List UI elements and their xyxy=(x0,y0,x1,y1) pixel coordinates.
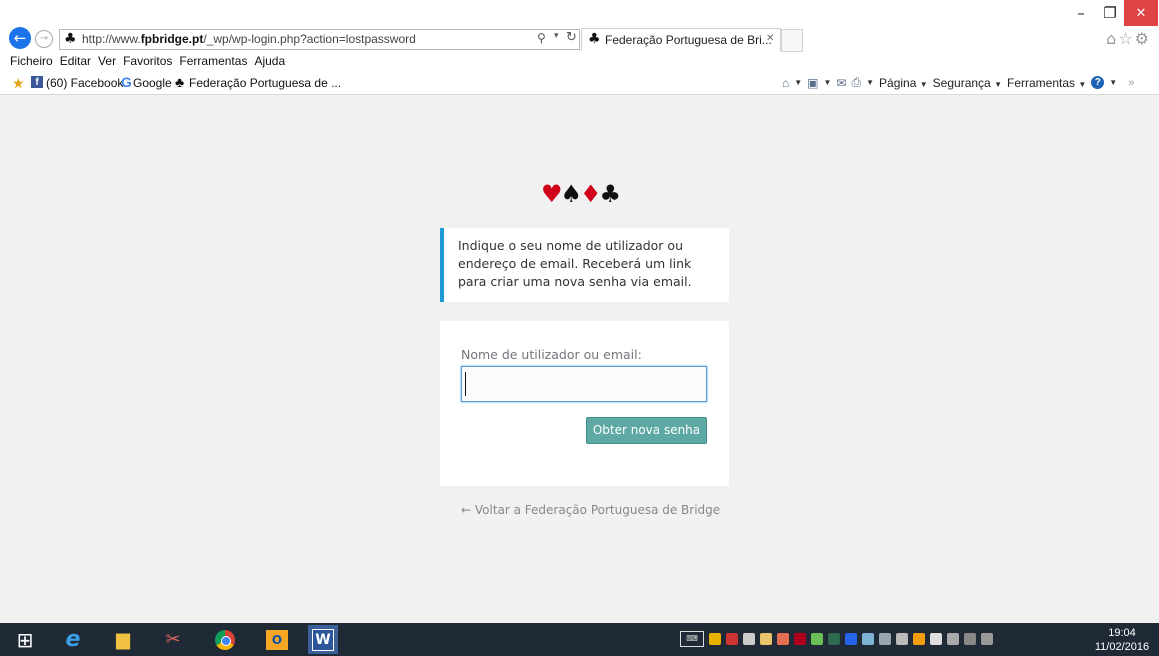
favorite-google[interactable]: Google xyxy=(133,76,172,90)
close-icon[interactable]: ✕ xyxy=(1124,0,1158,26)
bluetooth-icon[interactable] xyxy=(845,633,857,645)
forward-arrow-icon[interactable]: → xyxy=(35,30,53,48)
mail-icon[interactable]: ✉ xyxy=(836,76,846,90)
dropdown-arrow-icon[interactable]: ▼ xyxy=(866,78,874,87)
help-icon[interactable]: ? xyxy=(1091,76,1105,89)
taskbar: ⊞ e ▆ ✂ O W ⌨ 19:04 11/02/2016 xyxy=(0,623,1159,656)
favorite-facebook[interactable]: (60) Facebook xyxy=(46,76,123,90)
chrome-icon[interactable] xyxy=(212,627,238,652)
snipping-tool-icon[interactable]: ✂ xyxy=(160,627,186,652)
refresh-icon[interactable]: ↻ xyxy=(566,30,577,45)
app-tray-icon[interactable] xyxy=(811,633,823,645)
back-to-site-link[interactable]: ← Voltar a Federação Portuguesa de Bridg… xyxy=(461,503,720,517)
usb-icon[interactable] xyxy=(896,633,908,645)
cloud-icon[interactable] xyxy=(743,633,755,645)
power-icon[interactable] xyxy=(947,633,959,645)
menu-ficheiro[interactable]: Ficheiro xyxy=(10,54,53,70)
bridge-suits-logo[interactable]: ♥♠♦♣ xyxy=(541,179,621,209)
restore-icon[interactable]: ❐ xyxy=(1096,0,1124,26)
club-icon[interactable]: ♣ xyxy=(175,74,184,90)
word-icon[interactable]: W xyxy=(308,625,338,654)
text-caret xyxy=(465,372,466,396)
outlook-tray-icon[interactable] xyxy=(913,633,925,645)
menu-ferramentas[interactable]: Ferramentas xyxy=(179,54,247,70)
heart-suit-icon: ♥ xyxy=(541,180,562,208)
windows-start-icon[interactable]: ⊞ xyxy=(12,627,38,652)
favorites-bar: ★ f (60) Facebook G Google ♣ Federação P… xyxy=(0,72,1159,95)
internet-explorer-icon[interactable]: e xyxy=(60,627,86,652)
add-favorite-star-icon[interactable]: ★ xyxy=(12,75,25,92)
file-explorer-icon[interactable]: ▆ xyxy=(110,627,136,652)
clock[interactable]: 19:04 11/02/2016 xyxy=(1088,626,1156,654)
spade-suit-icon: ♠ xyxy=(560,180,582,208)
tab-title: Federação Portuguesa de Bri... xyxy=(605,33,772,47)
clock-time: 19:04 xyxy=(1108,627,1136,639)
shield-icon[interactable] xyxy=(709,633,721,645)
system-tray: ⌨ xyxy=(680,631,993,647)
rss-feed-icon[interactable]: ▣ xyxy=(807,76,818,90)
dropdown-arrow-icon[interactable]: ▼ xyxy=(824,78,832,87)
home-icon[interactable]: ⌂ xyxy=(1106,29,1118,48)
get-new-password-button[interactable]: Obter nova senha xyxy=(586,417,707,444)
username-email-input[interactable] xyxy=(461,366,707,402)
tools-menu[interactable]: Ferramentas ▼ xyxy=(1007,76,1086,90)
username-label: Nome de utilizador ou email: xyxy=(461,347,642,362)
volume-icon[interactable] xyxy=(981,633,993,645)
network-disconnected-icon[interactable] xyxy=(726,633,738,645)
tab-club-icon: ♣ xyxy=(588,31,601,47)
minimize-icon[interactable]: – xyxy=(1067,0,1095,26)
new-tab-button[interactable] xyxy=(781,29,803,52)
browser-chrome: – ❐ ✕ ← → ♣ http://www.fpbridge.pt/_wp/w… xyxy=(0,0,1159,95)
page-menu[interactable]: Página ▼ xyxy=(879,76,928,90)
clock-date: 11/02/2016 xyxy=(1094,641,1150,653)
outlook-icon[interactable]: O xyxy=(264,627,290,652)
mail-icon[interactable] xyxy=(760,633,772,645)
dropdown-arrow-icon[interactable]: ▾ xyxy=(554,31,559,41)
app-tray-icon[interactable] xyxy=(828,633,840,645)
app-tray-icon[interactable] xyxy=(862,633,874,645)
home-icon[interactable]: ⌂ xyxy=(782,76,789,90)
menu-favoritos[interactable]: Favoritos xyxy=(123,54,172,70)
menu-bar: Ficheiro Editar Ver Favoritos Ferramenta… xyxy=(10,54,285,70)
settings-gear-icon[interactable]: ⚙ xyxy=(1135,29,1151,48)
command-bar: ⌂ ▼ ▣ ▼ ✉ ⎙ ▼ Página ▼ Segurança ▼ Ferramen… xyxy=(782,75,1134,90)
facebook-icon[interactable]: f xyxy=(31,76,43,88)
lost-password-form: Nome de utilizador ou email: Obter nova … xyxy=(440,321,729,486)
browser-tools: ⌂☆⚙ xyxy=(1106,29,1151,48)
page-content: ♥♠♦♣ Indique o seu nome de utilizador ou… xyxy=(0,95,1159,623)
tab-close-icon[interactable]: ✕ xyxy=(766,33,774,44)
menu-ver[interactable]: Ver xyxy=(98,54,116,70)
dropdown-arrow-icon[interactable]: ▼ xyxy=(1109,78,1117,87)
more-chevron-icon[interactable]: » xyxy=(1128,77,1134,89)
navigation-bar: ← → ♣ http://www.fpbridge.pt/_wp/wp-logi… xyxy=(0,26,1159,52)
acrobat-icon[interactable] xyxy=(794,633,806,645)
app-tray-icon[interactable] xyxy=(777,633,789,645)
search-icon[interactable]: ⚲ xyxy=(537,31,546,45)
back-arrow-icon[interactable]: ← xyxy=(9,27,31,49)
security-menu[interactable]: Segurança ▼ xyxy=(933,76,1002,90)
lost-password-message: Indique o seu nome de utilizador ou ende… xyxy=(440,228,729,302)
address-url[interactable]: http://www.fpbridge.pt/_wp/wp-login.php?… xyxy=(82,32,416,46)
touch-keyboard-icon[interactable]: ⌨ xyxy=(680,631,704,647)
tab-fpbridge[interactable]: ♣ Federação Portuguesa de Bri... ✕ xyxy=(581,28,781,51)
app-tray-icon[interactable] xyxy=(879,633,891,645)
google-icon[interactable]: G xyxy=(121,74,132,90)
club-suit-icon: ♣ xyxy=(599,180,621,208)
menu-ajuda[interactable]: Ajuda xyxy=(254,54,285,70)
favorites-star-icon[interactable]: ☆ xyxy=(1118,29,1134,48)
menu-editar[interactable]: Editar xyxy=(60,54,91,70)
site-favicon-club-icon: ♣ xyxy=(64,31,77,47)
wifi-signal-icon[interactable] xyxy=(964,633,976,645)
print-icon[interactable]: ⎙ xyxy=(852,75,862,90)
dropdown-arrow-icon[interactable]: ▼ xyxy=(794,78,802,87)
flag-icon[interactable] xyxy=(930,633,942,645)
address-bar[interactable]: ♣ http://www.fpbridge.pt/_wp/wp-login.ph… xyxy=(59,29,580,50)
diamond-suit-icon: ♦ xyxy=(580,180,601,208)
favorite-fpbridge[interactable]: Federação Portuguesa de ... xyxy=(189,76,341,90)
